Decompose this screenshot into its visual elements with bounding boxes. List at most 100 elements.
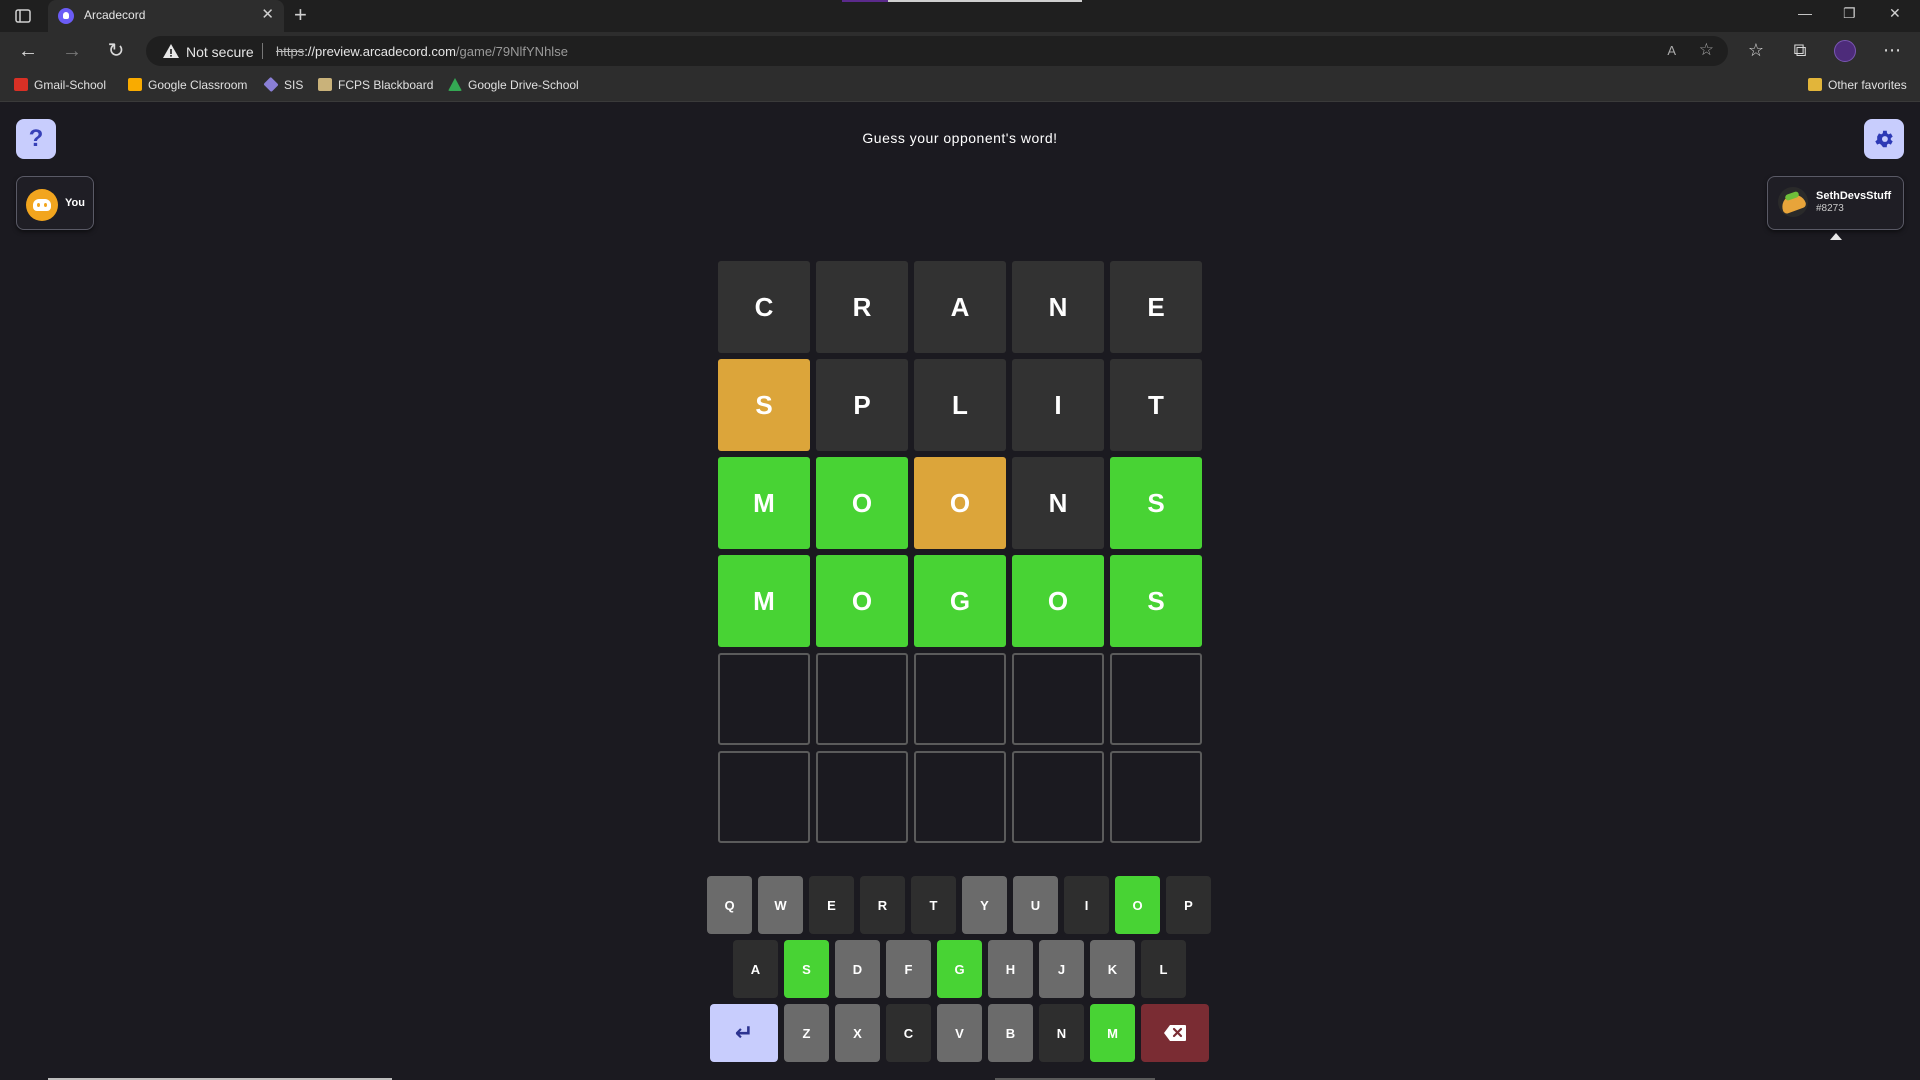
- key-j[interactable]: J: [1039, 940, 1084, 998]
- key-h[interactable]: H: [988, 940, 1033, 998]
- tab-actions-icon[interactable]: [14, 7, 32, 25]
- key-r[interactable]: R: [860, 876, 905, 934]
- empty-tile: [914, 751, 1006, 843]
- bookmark-label: SIS: [284, 78, 304, 92]
- key-l[interactable]: L: [1141, 940, 1186, 998]
- tab-close-icon[interactable]: ✕: [261, 6, 274, 24]
- bookmark-label: FCPS Blackboard: [338, 78, 434, 92]
- bookmark-label: Google Drive-School: [468, 78, 579, 92]
- key-p[interactable]: P: [1166, 876, 1211, 934]
- enter-key[interactable]: ↵: [710, 1004, 778, 1062]
- key-x[interactable]: X: [835, 1004, 880, 1062]
- letter-tile: C: [718, 261, 810, 353]
- empty-tile: [816, 653, 908, 745]
- key-z[interactable]: Z: [784, 1004, 829, 1062]
- close-window-button[interactable]: ✕: [1889, 5, 1901, 22]
- key-o[interactable]: O: [1115, 876, 1160, 934]
- bookmark-google-classroom[interactable]: Google Classroom: [128, 78, 247, 92]
- key-m[interactable]: M: [1090, 1004, 1135, 1062]
- bookmark-label: Other favorites: [1828, 78, 1907, 92]
- letter-tile: G: [914, 555, 1006, 647]
- browser-toolbar: ← → ↻ Not secure https://preview.arcadec…: [0, 32, 1920, 70]
- letter-tile: I: [1012, 359, 1104, 451]
- key-u[interactable]: U: [1013, 876, 1058, 934]
- letter-tile: M: [718, 457, 810, 549]
- letter-tile: M: [718, 555, 810, 647]
- new-tab-button[interactable]: +: [294, 3, 307, 27]
- favorites-icon[interactable]: ☆: [1744, 40, 1768, 61]
- url-host: ://preview.arcadecord.com: [304, 44, 456, 59]
- drive-icon: [448, 78, 462, 91]
- board-row: [718, 653, 1202, 745]
- classroom-icon: [128, 78, 142, 91]
- player-name: You: [65, 197, 85, 209]
- more-menu-icon[interactable]: ⋯: [1880, 40, 1904, 61]
- back-arrow-icon[interactable]: ←: [16, 40, 40, 64]
- key-s[interactable]: S: [784, 940, 829, 998]
- key-a[interactable]: A: [733, 940, 778, 998]
- empty-tile: [1110, 751, 1202, 843]
- key-d[interactable]: D: [835, 940, 880, 998]
- other-favorites-folder[interactable]: Other favorites: [1808, 78, 1907, 92]
- key-g[interactable]: G: [937, 940, 982, 998]
- keyboard-row: ASDFGHJKL: [0, 940, 1920, 998]
- backspace-key[interactable]: [1141, 1004, 1209, 1062]
- letter-tile: N: [1012, 261, 1104, 353]
- backspace-icon: [1164, 1025, 1186, 1041]
- folder-icon: [1808, 78, 1822, 91]
- letter-tile: A: [914, 261, 1006, 353]
- player-card[interactable]: You: [16, 176, 94, 230]
- keyboard-row: ↵ Z X C V B N M: [0, 1004, 1920, 1062]
- letter-tile: O: [816, 457, 908, 549]
- key-w[interactable]: W: [758, 876, 803, 934]
- player-avatar: [26, 189, 58, 221]
- add-favorite-icon[interactable]: ☆: [1699, 40, 1714, 60]
- bookmark-google-drive-school[interactable]: Google Drive-School: [448, 78, 579, 92]
- address-bar[interactable]: Not secure https://preview.arcadecord.co…: [146, 36, 1728, 66]
- tab-title: Arcadecord: [84, 8, 146, 22]
- opponent-avatar: [1778, 187, 1808, 217]
- key-b[interactable]: B: [988, 1004, 1033, 1062]
- key-q[interactable]: Q: [707, 876, 752, 934]
- bookmark-label: Gmail-School: [34, 78, 107, 92]
- letter-tile: S: [1110, 555, 1202, 647]
- title-accent: [888, 0, 1082, 2]
- game-headline: Guess your opponent's word!: [862, 130, 1058, 146]
- letter-tile: R: [816, 261, 908, 353]
- minimize-button[interactable]: —: [1798, 5, 1812, 21]
- letter-tile: L: [914, 359, 1006, 451]
- address-divider: [262, 43, 263, 59]
- bookmark-sis[interactable]: SIS: [263, 76, 304, 93]
- sis-icon: [263, 76, 279, 93]
- empty-tile: [1012, 653, 1104, 745]
- browser-tab[interactable]: Arcadecord ✕: [48, 0, 284, 32]
- board-row: [718, 751, 1202, 843]
- read-aloud-icon[interactable]: A: [1667, 43, 1676, 58]
- security-status[interactable]: Not secure: [186, 44, 254, 60]
- key-e[interactable]: E: [809, 876, 854, 934]
- title-bar: Arcadecord ✕ + — ❐ ✕: [0, 0, 1920, 32]
- opponent-card[interactable]: SethDevsStuff #8273: [1767, 176, 1904, 230]
- url-scheme: https: [276, 44, 305, 59]
- key-v[interactable]: V: [937, 1004, 982, 1062]
- guess-board: CRANESPLITMOONSMOGOS: [718, 261, 1202, 849]
- key-c[interactable]: C: [886, 1004, 931, 1062]
- key-n[interactable]: N: [1039, 1004, 1084, 1062]
- bookmark-label: Google Classroom: [148, 78, 248, 92]
- key-k[interactable]: K: [1090, 940, 1135, 998]
- bookmark-gmail-school[interactable]: Gmail-School: [14, 78, 106, 92]
- url-text[interactable]: https://preview.arcadecord.com/game/79Nl…: [276, 44, 568, 59]
- restore-button[interactable]: ❐: [1843, 5, 1856, 22]
- letter-tile: O: [816, 555, 908, 647]
- key-t[interactable]: T: [911, 876, 956, 934]
- bookmark-fcps-blackboard[interactable]: FCPS Blackboard: [318, 78, 433, 92]
- refresh-icon[interactable]: ↻: [104, 40, 128, 64]
- profile-avatar[interactable]: [1834, 40, 1856, 62]
- letter-tile: N: [1012, 457, 1104, 549]
- keyboard-row: QWERTYUIOP: [0, 876, 1920, 934]
- collections-icon[interactable]: ⧉: [1788, 40, 1812, 61]
- key-y[interactable]: Y: [962, 876, 1007, 934]
- forward-arrow-icon[interactable]: →: [60, 40, 84, 64]
- key-i[interactable]: I: [1064, 876, 1109, 934]
- key-f[interactable]: F: [886, 940, 931, 998]
